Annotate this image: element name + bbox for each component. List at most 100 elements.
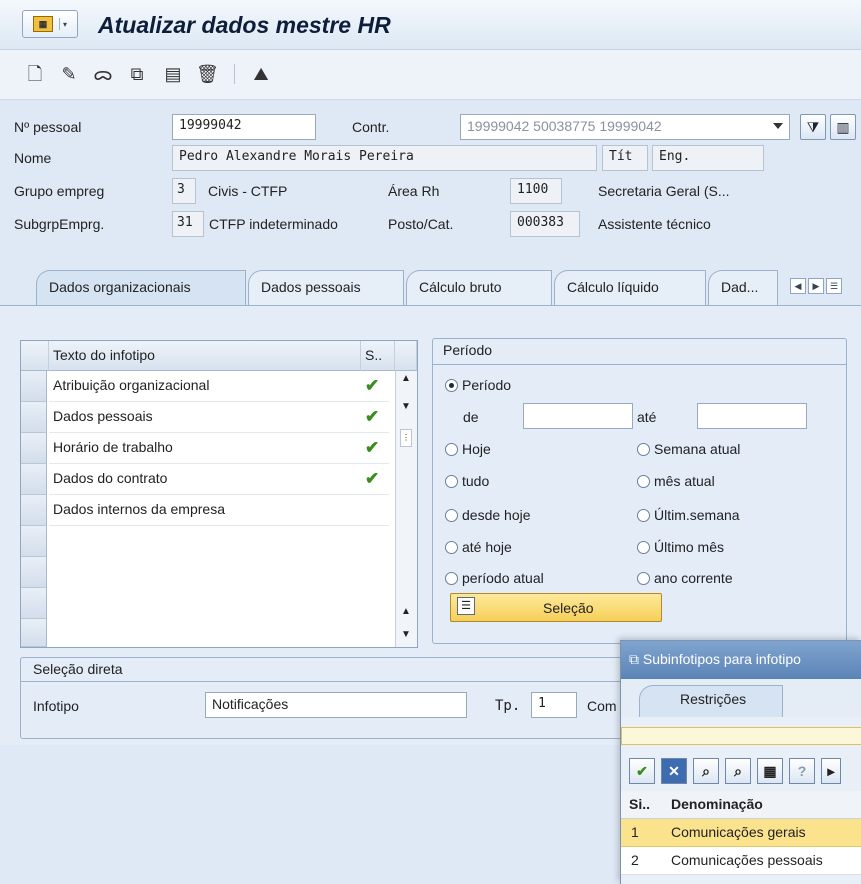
radio-periodo[interactable]: Período [445, 377, 511, 393]
area-text: Secretaria Geral (S... [598, 183, 730, 199]
help-icon[interactable]: ? [789, 758, 815, 784]
infotipo-field[interactable]: Notificações [205, 692, 467, 718]
tab-calculo-bruto[interactable]: Cálculo bruto [406, 270, 552, 306]
application-toolbar: 🗋 ✎ ᯅ ⧉ ▤ 🗑 ⛰ [0, 50, 861, 100]
row-selector[interactable] [21, 588, 47, 619]
table-row[interactable]: Dados pessoais [49, 402, 389, 433]
popup-table-header: Si.. Denominação [621, 791, 861, 819]
org-structure-icon[interactable]: ⧩ [800, 114, 826, 140]
more-toolbar-icon[interactable]: ▸ [821, 758, 841, 784]
table-row[interactable]: Dados do contrato [49, 464, 389, 495]
tab-dados-more[interactable]: Dad... [708, 270, 778, 306]
row-selector[interactable] [21, 371, 47, 402]
row-selector[interactable] [21, 526, 47, 557]
row-selector[interactable] [21, 619, 47, 647]
tit-label: Tít [602, 145, 648, 171]
person-search-icon[interactable]: ⛰ [250, 63, 272, 85]
tab-scroll-right-icon[interactable]: ▶ [808, 278, 824, 294]
com-label: Com [587, 698, 617, 714]
tab-calculo-liquido[interactable]: Cálculo líquido [554, 270, 706, 306]
tab-dados-pessoais[interactable]: Dados pessoais [248, 270, 404, 306]
contr-dropdown[interactable]: 19999042 50038775 19999042 [460, 114, 790, 140]
scroll-down-icon[interactable]: ▼ [401, 629, 411, 640]
selection-list-icon: ☰ [457, 597, 475, 615]
tp-field[interactable]: 1 [531, 692, 577, 718]
find-binoculars-icon[interactable]: ⌕ [693, 758, 719, 784]
popup-window-icon: ⧉ [629, 651, 639, 667]
create-icon[interactable]: 🗋 [24, 63, 46, 85]
select-all-icon[interactable]: ▦ [757, 758, 783, 784]
delete-trash-icon[interactable]: 🗑 [196, 63, 219, 85]
overview-icon[interactable]: ▤ [162, 63, 184, 85]
table-select-all[interactable] [21, 341, 49, 371]
radio-ano-corrente[interactable]: ano corrente [637, 570, 733, 586]
radio-tudo[interactable]: tudo [445, 473, 489, 489]
tab-scroll-left-icon[interactable]: ◀ [790, 278, 806, 294]
find-next-icon[interactable]: ⌕ [725, 758, 751, 784]
page-up-icon[interactable]: ▲ [401, 606, 411, 617]
subinfotipos-popup: ⧉ Subinfotipos para infotipo Restrições … [620, 640, 861, 884]
radio-selected-icon [445, 378, 458, 392]
table-row[interactable]: Atribuição organizacional [49, 371, 389, 402]
radio-hoje[interactable]: Hoje [445, 441, 491, 457]
page-down-icon[interactable]: ▼ [401, 401, 411, 412]
grupo-code: 3 [172, 178, 196, 204]
column-header-status[interactable]: S.. [361, 341, 395, 371]
selecao-button[interactable]: ☰ Seleção [450, 593, 662, 622]
tp-label: Tp. [495, 698, 521, 714]
radio-semana-atual[interactable]: Semana atual [637, 441, 740, 457]
toolbar-separator [234, 64, 235, 84]
table-row[interactable]: Dados internos da empresa [49, 495, 389, 526]
tab-restricoes[interactable]: Restrições [639, 685, 783, 717]
area-code: 1100 [510, 178, 562, 204]
cancel-icon[interactable]: ✕ [661, 758, 687, 784]
popup-tabstrip: Restrições [621, 679, 861, 717]
row-selector[interactable] [21, 402, 47, 433]
table-row[interactable]: 1 Comunicações gerais [621, 819, 861, 847]
table-row[interactable]: 2 Comunicações pessoais [621, 847, 861, 875]
posto-text: Assistente técnico [598, 216, 711, 232]
row-selector[interactable] [21, 495, 47, 526]
radio-ate-hoje[interactable]: até hoje [445, 539, 512, 555]
tab-strip: Dados organizacionais Dados pessoais Cál… [0, 270, 861, 306]
table-scrollbar[interactable]: ▲ ▼ ⋮ ▲ ▼ [395, 371, 417, 647]
popup-title-bar[interactable]: ⧉ Subinfotipos para infotipo [621, 641, 861, 679]
menu-button[interactable]: ▦ ▾ [22, 10, 78, 38]
radio-ultim-semana[interactable]: Últim.semana [637, 507, 740, 523]
confirm-check-icon[interactable]: ✔ [629, 758, 655, 784]
row-selector[interactable] [21, 464, 47, 495]
chevron-down-icon: ▾ [59, 18, 67, 30]
radio-ultimo-mes[interactable]: Último mês [637, 539, 724, 555]
row-selector[interactable] [21, 557, 47, 588]
column-settings[interactable] [395, 341, 417, 371]
tab-dados-organizacionais[interactable]: Dados organizacionais [36, 270, 246, 306]
pernr-field[interactable]: 19999042 [172, 114, 316, 140]
check-icon: ✔ [365, 469, 380, 488]
ate-label: até [637, 409, 657, 425]
column-header-texto[interactable]: Texto do infotipo [49, 341, 361, 371]
column-header-si[interactable]: Si.. [629, 796, 650, 812]
area-label: Área Rh [388, 183, 440, 199]
ate-date-field[interactable] [697, 403, 807, 429]
de-label: de [463, 409, 479, 425]
row-selector[interactable] [21, 433, 47, 464]
tab-list-icon[interactable]: ☰ [826, 278, 842, 294]
radio-periodo-atual[interactable]: período atual [445, 570, 544, 586]
radio-desde-hoje[interactable]: desde hoje [445, 507, 531, 523]
edit-pencil-icon[interactable]: ✎ [58, 63, 80, 85]
column-header-denominacao[interactable]: Denominação [671, 796, 763, 812]
copy-icon[interactable]: ⧉ [126, 63, 148, 85]
documents-icon[interactable]: ▥ [830, 114, 856, 140]
scroll-thumb[interactable]: ⋮ [400, 429, 412, 447]
popup-title: Subinfotipos para infotipo [642, 651, 801, 667]
check-icon: ✔ [365, 407, 380, 426]
infotipo-table: Texto do infotipo S.. Atribuição organiz… [20, 340, 418, 648]
table-row[interactable]: Horário de trabalho [49, 433, 389, 464]
de-date-field[interactable] [523, 403, 633, 429]
contr-value: 19999042 50038775 19999042 [467, 118, 662, 134]
menu-grid-icon: ▦ [33, 16, 53, 32]
radio-mes-atual[interactable]: mês atual [637, 473, 715, 489]
scroll-up-icon[interactable]: ▲ [401, 373, 411, 384]
subgrp-code: 31 [172, 211, 204, 237]
display-glasses-icon[interactable]: ᯅ [92, 63, 114, 85]
